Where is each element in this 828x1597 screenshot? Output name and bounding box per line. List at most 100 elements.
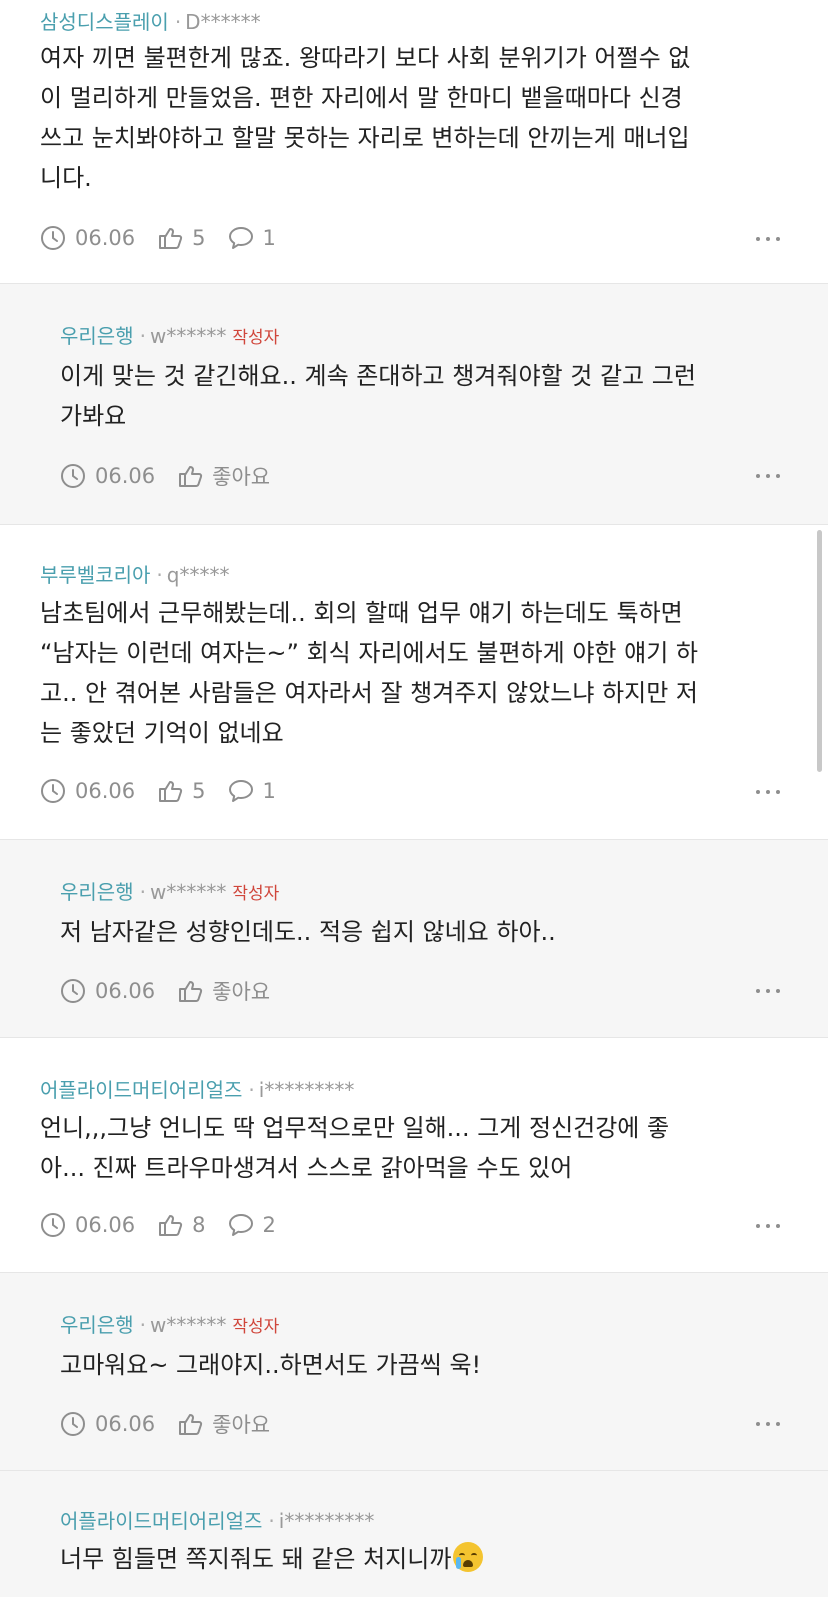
more-dots-icon[interactable]: [756, 986, 780, 996]
clock-icon: [41, 1213, 65, 1237]
date: 06.06: [40, 778, 135, 804]
reply-comment: 우리은행 · w****** 작성자 저 남자같은 성향인데도.. 적응 쉽지 않네요…: [0, 840, 828, 1037]
comment-meta: 06.06 좋아요: [60, 976, 292, 1006]
thumbs-up-icon: [179, 1414, 203, 1435]
reply-count: 1: [262, 779, 276, 803]
user-id: D******: [185, 10, 261, 34]
date-text: 06.06: [75, 779, 136, 803]
user-id: w******: [149, 880, 227, 904]
company-name[interactable]: 삼성디스플레이: [40, 10, 169, 34]
reply-comment: 우리은행 · w****** 작성자 고마워요~ 그래야지..하면서도 가끔씩 욱! …: [0, 1273, 828, 1470]
user-id: i*********: [258, 1078, 355, 1102]
like-label: 좋아요: [212, 980, 271, 1004]
comment: 부루벨코리아 · q***** 남초팀에서 근무해봤는데.. 회의 할때 업무 얘기…: [0, 525, 828, 839]
company-name[interactable]: 우리은행: [60, 324, 134, 348]
scrollbar[interactable]: [817, 530, 822, 772]
comment-text-container: 너무 힘들면 쪽지줘도 돼 같은 처지니까: [60, 1539, 800, 1579]
company-name[interactable]: 우리은행: [60, 1313, 134, 1337]
clock-icon: [41, 226, 65, 250]
comment-meta: 06.06 5 1: [40, 776, 298, 806]
user-id: w******: [149, 324, 227, 348]
separator-dot: ·: [139, 1313, 146, 1337]
comment-header: 우리은행 · w****** 작성자: [60, 1309, 279, 1338]
like-button[interactable]: 8: [157, 1212, 206, 1238]
separator-dot: ·: [268, 1509, 275, 1533]
more-dots-icon[interactable]: [756, 787, 780, 797]
like-button[interactable]: 좋아요: [177, 461, 270, 491]
date-text: 06.06: [75, 226, 136, 250]
thumbs-up-icon: [179, 466, 203, 487]
comment-text: 이게 맞는 것 같긴해요.. 계속 존대하고 챙겨줘야할 것 같고 그런 가봐요: [60, 362, 696, 430]
comment-header: 우리은행 · w****** 작성자: [60, 320, 279, 349]
like-count: 5: [192, 226, 206, 250]
reply-comment: 어플라이드머티어리얼즈 · i********* 너무 힘들면 쪽지줘도 돼 같은 …: [0, 1471, 828, 1597]
separator-dot: ·: [139, 880, 146, 904]
separator-dot: ·: [139, 324, 146, 348]
like-button[interactable]: 좋아요: [177, 976, 270, 1006]
comment-header: 어플라이드머티어리얼즈 · i*********: [60, 1505, 374, 1534]
date: 06.06: [60, 1411, 155, 1437]
reply-comment: 우리은행 · w****** 작성자 이게 맞는 것 같긴해요.. 계속 존대하고 챙…: [0, 284, 828, 524]
company-name[interactable]: 어플라이드머티어리얼즈: [60, 1509, 262, 1533]
more-dots-icon[interactable]: [756, 471, 780, 481]
comment-meta: 06.06 8 2: [40, 1210, 298, 1240]
thumbs-up-icon: [159, 228, 183, 249]
speech-bubble-icon: [228, 1214, 253, 1236]
company-name[interactable]: 어플라이드머티어리얼즈: [40, 1078, 242, 1102]
comment-text: 여자 끼면 불편한게 많죠. 왕따라기 보다 사회 분위기가 어쩔수 없 이 멀…: [40, 44, 691, 192]
thumbs-up-icon: [179, 981, 203, 1002]
thumbs-up-icon: [159, 781, 183, 802]
comment-text: 남초팀에서 근무해봤는데.. 회의 할때 업무 얘기 하는데도 툭하면 “남자는…: [40, 599, 699, 747]
comment: 어플라이드머티어리얼즈 · i********* 언니,,,그냥 언니도 딱 업무적…: [0, 1038, 828, 1272]
reply-count: 2: [262, 1213, 276, 1237]
separator-dot: ·: [156, 563, 163, 587]
date: 06.06: [40, 1212, 135, 1238]
date: 06.06: [60, 978, 155, 1004]
comment-text: 저 남자같은 성향인데도.. 적응 쉽지 않네요 하아..: [60, 918, 556, 946]
comment-header: 삼성디스플레이 · D******: [40, 6, 261, 35]
date: 06.06: [60, 463, 155, 489]
more-dots-icon[interactable]: [756, 234, 780, 244]
separator-dot: ·: [174, 10, 182, 34]
reply-button[interactable]: 1: [228, 778, 276, 804]
like-count: 8: [192, 1213, 206, 1237]
clock-icon: [61, 979, 85, 1003]
comment-text: 언니,,,그냥 언니도 딱 업무적으로만 일해... 그게 정신건강에 좋 아.…: [40, 1114, 670, 1182]
comment-header: 어플라이드머티어리얼즈 · i*********: [40, 1074, 354, 1103]
date-text: 06.06: [95, 464, 156, 488]
crying-face-emoji-icon: [453, 1542, 484, 1572]
company-name[interactable]: 부루벨코리아: [40, 563, 150, 587]
comment-header: 우리은행 · w****** 작성자: [60, 876, 279, 905]
company-name[interactable]: 우리은행: [60, 880, 134, 904]
speech-bubble-icon: [228, 780, 253, 802]
date-text: 06.06: [95, 979, 156, 1003]
separator-dot: ·: [248, 1078, 255, 1102]
like-label: 좋아요: [212, 465, 271, 489]
more-dots-icon[interactable]: [756, 1419, 780, 1429]
comment: 삼성디스플레이 · D****** 여자 끼면 불편한게 많죠. 왕따라기 보다 사…: [0, 0, 828, 283]
like-button[interactable]: 5: [157, 225, 206, 251]
comment-meta: 06.06 좋아요: [60, 461, 292, 491]
clock-icon: [41, 779, 65, 803]
date-text: 06.06: [95, 1412, 156, 1436]
user-id: q*****: [166, 563, 230, 587]
comment-text: 고마워요~ 그래야지..하면서도 가끔씩 욱!: [60, 1351, 482, 1379]
reply-button[interactable]: 2: [228, 1212, 276, 1238]
user-id: i*********: [278, 1509, 375, 1533]
more-dots-icon[interactable]: [756, 1221, 780, 1231]
reply-button[interactable]: 1: [228, 225, 276, 251]
like-label: 좋아요: [212, 1413, 271, 1437]
comment-meta: 06.06 좋아요: [60, 1409, 292, 1439]
like-button[interactable]: 좋아요: [177, 1409, 270, 1439]
thumbs-up-icon: [159, 1215, 183, 1236]
author-badge: 작성자: [232, 1317, 280, 1337]
date: 06.06: [40, 225, 135, 251]
comment-meta: 06.06 5 1: [40, 223, 298, 253]
date-text: 06.06: [75, 1213, 136, 1237]
clock-icon: [61, 464, 85, 488]
comment-header: 부루벨코리아 · q*****: [40, 559, 229, 588]
author-badge: 작성자: [232, 328, 280, 348]
like-button[interactable]: 5: [157, 778, 206, 804]
comment-text: 너무 힘들면 쪽지줘도 돼 같은 처지니까: [60, 1545, 452, 1573]
user-id: w******: [149, 1313, 227, 1337]
